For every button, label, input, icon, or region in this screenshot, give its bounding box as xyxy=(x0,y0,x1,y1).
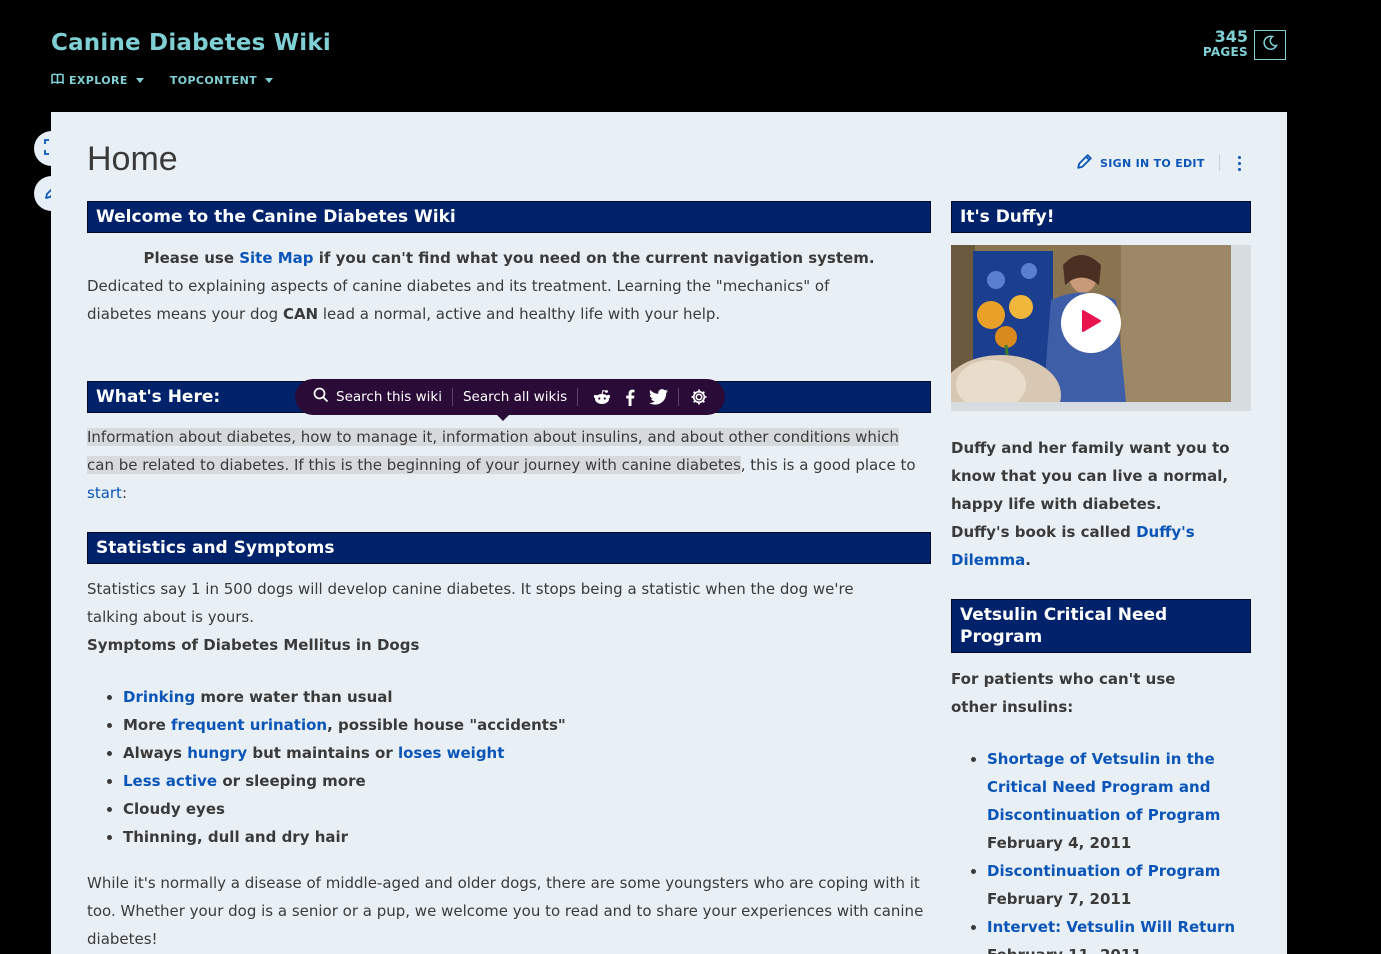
duffy-heading: It's Duffy! xyxy=(951,201,1251,234)
nav-explore[interactable]: EXPLORE xyxy=(51,73,144,87)
book-icon xyxy=(51,73,64,87)
search-this-wiki-label: Search this wiki xyxy=(336,389,442,405)
divider xyxy=(678,388,680,406)
duffy-book-pre: Duffy's book is called xyxy=(951,523,1137,541)
page-count: 345 PAGES xyxy=(1198,27,1248,59)
list-item-text: Cloudy eyes xyxy=(123,800,225,818)
symptoms-title: Symptoms of Diabetes Mellitus in Dogs xyxy=(87,636,420,654)
kebab-dot xyxy=(1237,161,1241,165)
list-item-text: Always xyxy=(123,744,188,762)
intro-bold: CAN xyxy=(282,305,319,323)
whats-here-post: , this is a good place to xyxy=(740,456,916,474)
video-player[interactable] xyxy=(951,245,1251,411)
list-item: Always hungry but maintains or loses wei… xyxy=(123,739,907,767)
pencil-icon xyxy=(1075,152,1094,174)
wiki-title[interactable]: Canine Diabetes Wiki xyxy=(51,30,331,56)
list-item-date: February 4, 2011 xyxy=(987,834,1132,852)
list-item-text: , possible house "accidents" xyxy=(327,716,566,734)
drinking-link[interactable]: Drinking xyxy=(123,688,195,706)
reddit-icon[interactable] xyxy=(592,389,612,405)
play-button[interactable] xyxy=(1061,293,1121,353)
tooltip-pointer xyxy=(497,415,509,421)
page-count-number: 345 xyxy=(1214,27,1248,46)
statistics-paragraph: Statistics say 1 in 500 dogs will develo… xyxy=(87,580,854,626)
closing-paragraph: While it's normally a disease of middle-… xyxy=(87,874,924,948)
twitter-icon[interactable] xyxy=(648,389,668,405)
vetsulin-shortage-link[interactable]: Shortage of Vetsulin in the Critical Nee… xyxy=(987,750,1220,824)
kebab-dot xyxy=(1237,167,1241,171)
list-item-text: or sleeping more xyxy=(217,772,366,790)
list-item-text: but maintains or xyxy=(247,744,398,762)
page-count-label: PAGES xyxy=(1202,45,1248,59)
duffy-book: Duffy's book is called Duffy's Dilemma. xyxy=(951,518,1251,574)
vetsulin-heading: Vetsulin Critical Need Program xyxy=(951,599,1251,654)
main-content: Home SIGN IN TO EDIT Welcome to the Cani… xyxy=(51,112,1287,954)
settings-icon[interactable] xyxy=(689,388,709,406)
list-item: Cloudy eyes xyxy=(123,795,907,823)
list-item-date: February 11, 2011 xyxy=(987,946,1142,954)
list-item-text: Thinning, dull and dry hair xyxy=(123,828,349,846)
sign-in-to-edit-button[interactable]: SIGN IN TO EDIT xyxy=(1075,152,1205,174)
loses-weight-link[interactable]: loses weight xyxy=(398,744,504,762)
hungry-link[interactable]: hungry xyxy=(187,744,247,762)
statistics-heading: Statistics and Symptoms xyxy=(87,532,931,565)
list-item: Discontinuation of Program February 7, 2… xyxy=(987,857,1251,913)
whats-here-end: : xyxy=(121,484,127,502)
page-tools: SIGN IN TO EDIT xyxy=(1075,152,1245,174)
nav-topcontent[interactable]: TOPCONTENT xyxy=(169,73,274,87)
list-item: Drinking more water than usual xyxy=(123,683,907,711)
search-icon xyxy=(313,387,329,407)
divider xyxy=(451,388,453,406)
whats-here-text: Information about diabetes, how to manag… xyxy=(87,423,925,507)
list-item-date: February 7, 2011 xyxy=(987,890,1132,908)
vetsulin-intro: For patients who can't use other insulin… xyxy=(951,670,1176,716)
intervet-link[interactable]: Intervet: Vetsulin Will Return xyxy=(987,918,1235,936)
list-item-text: More xyxy=(123,716,172,734)
search-all-wikis-button[interactable]: Search all wikis xyxy=(463,389,567,405)
more-options-button[interactable] xyxy=(1234,154,1245,173)
symptoms-list: Drinking more water than usual More freq… xyxy=(87,683,907,851)
intro-post: lead a normal, active and healthy life w… xyxy=(318,305,721,323)
site-map-link[interactable]: Site Map xyxy=(239,249,313,267)
divider xyxy=(577,388,579,406)
play-icon xyxy=(1080,309,1102,337)
chevron-down-icon xyxy=(135,77,144,83)
list-item: Shortage of Vetsulin in the Critical Nee… xyxy=(987,745,1251,857)
wiki-nav: EXPLORE TOPCONTENT xyxy=(51,73,274,87)
search-all-wikis-label: Search all wikis xyxy=(462,389,568,405)
sitemap-note-pre: Please use xyxy=(143,249,240,267)
chevron-down-icon xyxy=(265,77,274,83)
sitemap-note-post: if you can't find what you need on the c… xyxy=(313,249,875,267)
theme-toggle-button[interactable] xyxy=(1254,30,1286,60)
list-item: Intervet: Vetsulin Will Return February … xyxy=(987,913,1251,954)
list-item: Less active or sleeping more xyxy=(123,767,907,795)
search-this-wiki-button[interactable]: Search this wiki xyxy=(313,387,442,407)
list-item: More frequent urination, possible house … xyxy=(123,711,907,739)
share-toolbar: Search this wiki Search all wikis xyxy=(295,379,726,421)
nav-topcontent-label: TOPCONTENT xyxy=(169,73,258,87)
frequent-urination-link[interactable]: frequent urination xyxy=(171,716,327,734)
less-active-link[interactable]: Less active xyxy=(123,772,217,790)
list-item-text: more water than usual xyxy=(195,688,393,706)
welcome-heading: Welcome to the Canine Diabetes Wiki xyxy=(87,201,931,234)
vetsulin-list: Shortage of Vetsulin in the Critical Nee… xyxy=(951,745,1251,954)
moon-icon xyxy=(1261,34,1279,56)
duffy-book-post: . xyxy=(1025,551,1031,569)
divider xyxy=(1218,155,1220,171)
welcome-intro: Dedicated to explaining aspects of canin… xyxy=(87,272,897,328)
site-header: Canine Diabetes Wiki EXPLORE TOPCONTENT … xyxy=(0,0,1381,112)
sign-in-label: SIGN IN TO EDIT xyxy=(1100,156,1205,170)
duffy-description: Duffy and her family want you to know th… xyxy=(951,439,1230,513)
page-title: Home xyxy=(87,140,178,178)
list-item: Thinning, dull and dry hair xyxy=(123,823,907,851)
start-link[interactable]: start xyxy=(87,484,122,502)
discontinuation-link[interactable]: Discontinuation of Program xyxy=(987,862,1220,880)
kebab-dot xyxy=(1237,155,1241,159)
nav-explore-label: EXPLORE xyxy=(69,73,128,87)
sitemap-note: Please use Site Map if you can't find wh… xyxy=(87,244,931,272)
facebook-icon[interactable] xyxy=(620,389,640,406)
